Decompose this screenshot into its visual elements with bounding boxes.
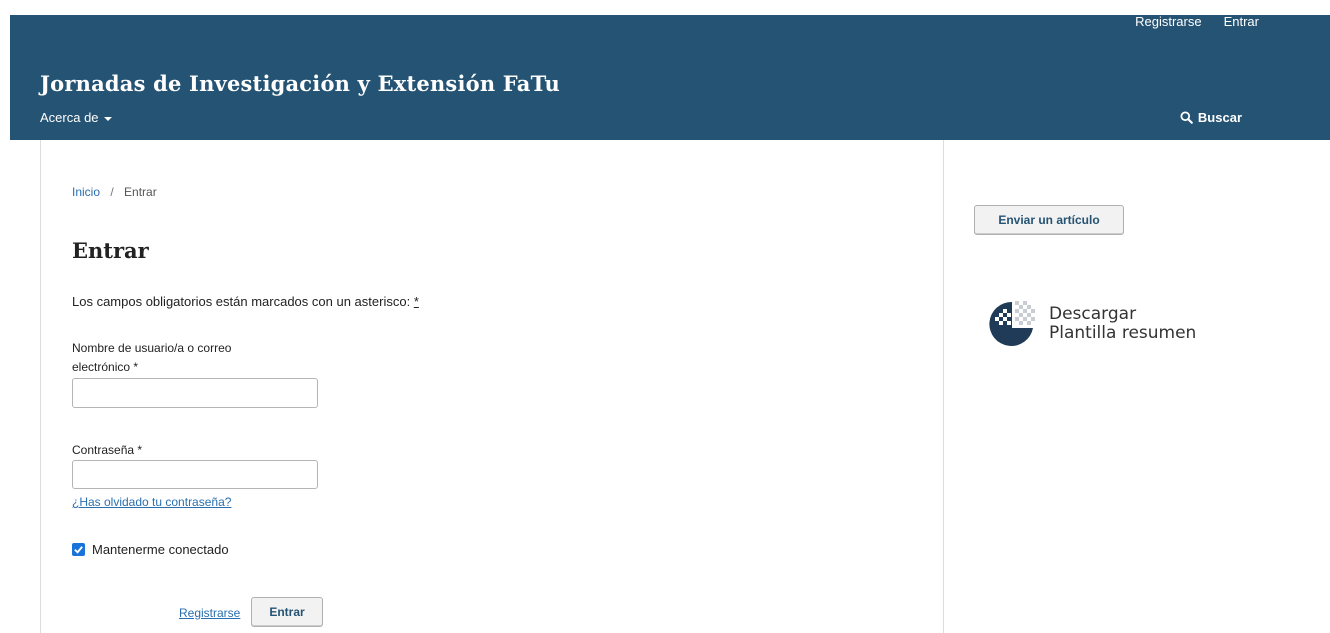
- remember-me-option[interactable]: Mantenerme conectado: [72, 542, 229, 557]
- required-fields-note: Los campos obligatorios están marcados c…: [72, 294, 419, 309]
- download-template-text: Descargar Plantilla resumen: [1049, 305, 1196, 343]
- main-content: Inicio / Entrar Entrar Los campos obliga…: [40, 140, 944, 633]
- submit-article-button[interactable]: Enviar un artículo: [974, 205, 1124, 235]
- username-label: Nombre de usuario/a o correo electrónico…: [72, 341, 232, 374]
- page-title: Entrar: [72, 238, 149, 263]
- password-input[interactable]: [72, 460, 318, 489]
- about-menu-label: Acerca de: [40, 110, 99, 125]
- required-note-text: Los campos obligatorios están marcados c…: [72, 294, 411, 309]
- search-icon: [1180, 111, 1193, 124]
- breadcrumb-current: Entrar: [124, 185, 157, 199]
- register-nav-link[interactable]: Registrarse: [1135, 15, 1201, 35]
- password-label: Contraseña *: [72, 443, 143, 457]
- site-header: Registrarse Entrar Jornadas de Investiga…: [10, 15, 1330, 140]
- remember-me-checkbox[interactable]: [72, 543, 85, 556]
- checkmark-icon: [74, 546, 83, 554]
- download-template-link[interactable]: Descargar Plantilla resumen: [985, 298, 1196, 350]
- breadcrumb: Inicio / Entrar: [72, 185, 157, 199]
- register-link[interactable]: Registrarse: [179, 606, 240, 620]
- search-label: Buscar: [1197, 110, 1242, 125]
- user-nav: Registrarse Entrar: [1135, 15, 1259, 35]
- caret-down-icon: [103, 116, 112, 121]
- login-nav-link[interactable]: Entrar: [1224, 15, 1259, 35]
- breadcrumb-home-link[interactable]: Inicio: [72, 185, 100, 199]
- forgot-password-link[interactable]: ¿Has olvidado tu contraseña?: [72, 495, 231, 509]
- username-input[interactable]: [72, 378, 318, 408]
- required-marker: *: [413, 294, 419, 309]
- download-template-icon: [989, 301, 1035, 346]
- download-line-1: Descargar: [1049, 304, 1137, 324]
- login-submit-button[interactable]: Entrar: [251, 597, 323, 627]
- about-menu[interactable]: Acerca de: [40, 110, 112, 125]
- download-line-2: Plantilla resumen: [1049, 323, 1197, 343]
- site-title[interactable]: Jornadas de Investigación y Extensión Fa…: [40, 71, 560, 96]
- search-link[interactable]: Buscar: [1180, 110, 1242, 125]
- breadcrumb-separator: /: [110, 185, 114, 199]
- remember-me-label: Mantenerme conectado: [92, 542, 229, 557]
